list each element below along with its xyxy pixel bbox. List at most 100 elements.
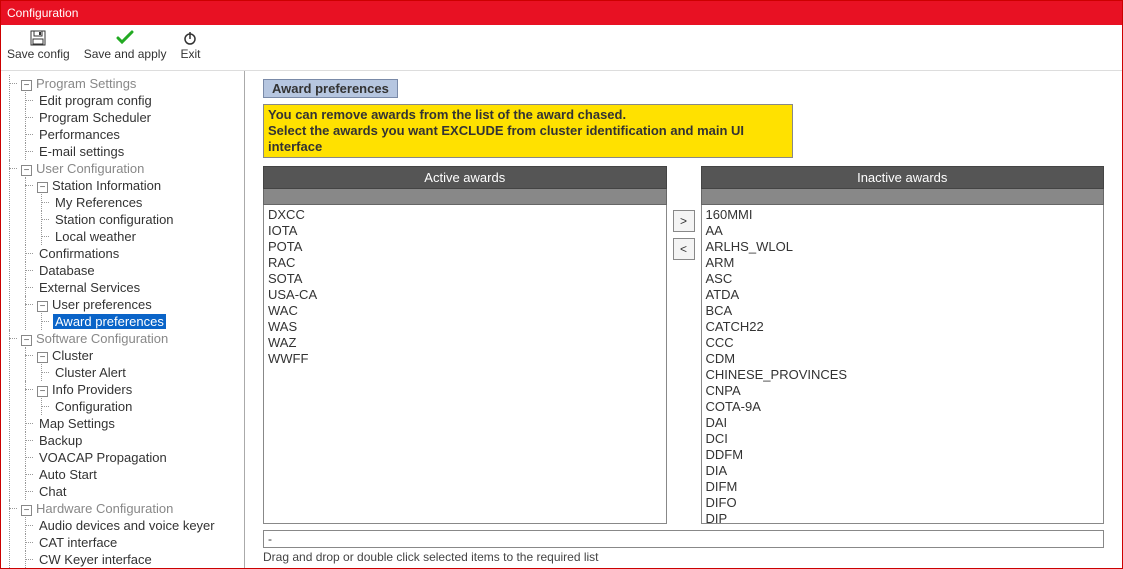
active-filter[interactable] xyxy=(263,189,667,205)
save-icon xyxy=(30,29,46,47)
tree-cw-keyer[interactable]: CW Keyer interface xyxy=(37,552,154,567)
list-item[interactable]: WAC xyxy=(268,303,662,319)
tree-backup[interactable]: Backup xyxy=(37,433,84,448)
tree-voacap[interactable]: VOACAP Propagation xyxy=(37,450,169,465)
tree-software-config[interactable]: Software Configuration xyxy=(34,331,170,346)
list-item[interactable]: ARLHS_WLOL xyxy=(706,239,1100,255)
list-item[interactable]: WAZ xyxy=(268,335,662,351)
inactive-awards-column: Inactive awards 160MMIAAARLHS_WLOLARMASC… xyxy=(701,166,1105,524)
list-item[interactable]: CHINESE_PROVINCES xyxy=(706,367,1100,383)
move-right-button[interactable]: > xyxy=(673,210,695,232)
tree-auto-start[interactable]: Auto Start xyxy=(37,467,99,482)
tree-cluster-alert[interactable]: Cluster Alert xyxy=(53,365,128,380)
info-box: You can remove awards from the list of t… xyxy=(263,104,793,158)
save-apply-label: Save and apply xyxy=(84,47,167,61)
list-item[interactable]: CATCH22 xyxy=(706,319,1100,335)
expander-icon[interactable]: − xyxy=(37,352,48,363)
hint-text: Drag and drop or double click selected i… xyxy=(263,548,1104,564)
tree-station-cfg[interactable]: Station configuration xyxy=(53,212,176,227)
list-item[interactable]: AA xyxy=(706,223,1100,239)
list-item[interactable]: DIFO xyxy=(706,495,1100,511)
inactive-header: Inactive awards xyxy=(701,166,1105,189)
tree-ext-services[interactable]: External Services xyxy=(37,280,142,295)
tree-map-settings[interactable]: Map Settings xyxy=(37,416,117,431)
list-item[interactable]: CNPA xyxy=(706,383,1100,399)
list-item[interactable]: 160MMI xyxy=(706,207,1100,223)
info-line1: You can remove awards from the list of t… xyxy=(268,107,788,123)
tree-local-weather[interactable]: Local weather xyxy=(53,229,138,244)
window-title: Configuration xyxy=(7,6,78,20)
tree-my-refs[interactable]: My References xyxy=(53,195,144,210)
toolbar: Save config Save and apply Exit xyxy=(1,25,1122,71)
tree-confirmations[interactable]: Confirmations xyxy=(37,246,121,261)
list-item[interactable]: DXCC xyxy=(268,207,662,223)
expander-icon[interactable]: − xyxy=(37,301,48,312)
tree-cluster[interactable]: Cluster xyxy=(50,348,95,363)
move-left-button[interactable]: < xyxy=(673,238,695,260)
save-config-button[interactable]: Save config xyxy=(7,27,70,61)
nav-tree[interactable]: −Program Settings Edit program config Pr… xyxy=(3,75,244,568)
expander-icon[interactable]: − xyxy=(21,505,32,516)
exit-label: Exit xyxy=(180,47,200,61)
tree-info-providers[interactable]: Info Providers xyxy=(50,382,134,397)
list-item[interactable]: CCC xyxy=(706,335,1100,351)
active-awards-column: Active awards DXCCIOTAPOTARACSOTAUSA-CAW… xyxy=(263,166,667,524)
tree-station-info[interactable]: Station Information xyxy=(50,178,163,193)
save-config-label: Save config xyxy=(7,47,70,61)
list-item[interactable]: ASC xyxy=(706,271,1100,287)
active-header: Active awards xyxy=(263,166,667,189)
list-item[interactable]: IOTA xyxy=(268,223,662,239)
exit-button[interactable]: Exit xyxy=(180,27,200,61)
info-line2: Select the awards you want EXCLUDE from … xyxy=(268,123,788,155)
lists-container: Active awards DXCCIOTAPOTARACSOTAUSA-CAW… xyxy=(263,166,1104,524)
list-item[interactable]: DIFM xyxy=(706,479,1100,495)
expander-icon[interactable]: − xyxy=(21,80,32,91)
list-item[interactable]: CDM xyxy=(706,351,1100,367)
list-item[interactable]: DIA xyxy=(706,463,1100,479)
tree-email[interactable]: E-mail settings xyxy=(37,144,126,159)
tree-cat[interactable]: CAT interface xyxy=(37,535,119,550)
expander-icon[interactable]: − xyxy=(37,182,48,193)
list-item[interactable]: WAS xyxy=(268,319,662,335)
page-title: Award preferences xyxy=(263,79,398,98)
list-item[interactable]: SOTA xyxy=(268,271,662,287)
list-item[interactable]: POTA xyxy=(268,239,662,255)
list-item[interactable]: USA-CA xyxy=(268,287,662,303)
title-bar: Configuration xyxy=(1,1,1122,25)
sidebar: −Program Settings Edit program config Pr… xyxy=(1,71,245,568)
list-item[interactable]: DIP xyxy=(706,511,1100,524)
inactive-filter[interactable] xyxy=(701,189,1105,205)
power-icon xyxy=(182,29,198,47)
inactive-awards-list[interactable]: 160MMIAAARLHS_WLOLARMASCATDABCACATCH22CC… xyxy=(701,205,1105,524)
tree-ip-config[interactable]: Configuration xyxy=(53,399,134,414)
tree-user-prefs[interactable]: User preferences xyxy=(50,297,154,312)
list-item[interactable]: BCA xyxy=(706,303,1100,319)
tree-edit-config[interactable]: Edit program config xyxy=(37,93,154,108)
list-item[interactable]: ARM xyxy=(706,255,1100,271)
list-item[interactable]: WWFF xyxy=(268,351,662,367)
tree-audio-voice[interactable]: Audio devices and voice keyer xyxy=(37,518,217,533)
tree-hardware-config[interactable]: Hardware Configuration xyxy=(34,501,175,516)
tree-chat[interactable]: Chat xyxy=(37,484,68,499)
expander-icon[interactable]: − xyxy=(21,165,32,176)
save-apply-button[interactable]: Save and apply xyxy=(84,27,167,61)
list-item[interactable]: RAC xyxy=(268,255,662,271)
expander-icon[interactable]: − xyxy=(37,386,48,397)
tree-database[interactable]: Database xyxy=(37,263,97,278)
main-area: −Program Settings Edit program config Pr… xyxy=(1,71,1122,568)
tree-scheduler[interactable]: Program Scheduler xyxy=(37,110,153,125)
move-buttons: > < xyxy=(673,166,695,524)
tree-award-prefs[interactable]: Award preferences xyxy=(53,314,166,329)
list-item[interactable]: DDFM xyxy=(706,447,1100,463)
expander-icon[interactable]: − xyxy=(21,335,32,346)
list-item[interactable]: ATDA xyxy=(706,287,1100,303)
list-item[interactable]: COTA-9A xyxy=(706,399,1100,415)
check-icon xyxy=(116,29,134,47)
tree-program-settings[interactable]: Program Settings xyxy=(34,76,138,91)
list-item[interactable]: DCI xyxy=(706,431,1100,447)
tree-performances[interactable]: Performances xyxy=(37,127,122,142)
list-item[interactable]: DAI xyxy=(706,415,1100,431)
active-awards-list[interactable]: DXCCIOTAPOTARACSOTAUSA-CAWACWASWAZWWFF xyxy=(263,205,667,524)
tree-user-config[interactable]: User Configuration xyxy=(34,161,146,176)
status-bar: - xyxy=(263,530,1104,548)
